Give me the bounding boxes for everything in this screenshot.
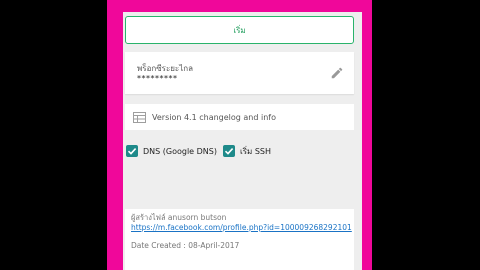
pencil-icon[interactable]: [330, 66, 344, 80]
info-footer: ผู้สร้างไฟล์ anusorn butson https://m.fa…: [125, 209, 354, 270]
app-window: เริ่ม พร็อกซีระยะไกล ********* Version 4…: [107, 0, 372, 270]
proxy-label: พร็อกซีระยะไกล: [137, 64, 193, 73]
changelog-label: Version 4.1 changelog and info: [152, 112, 277, 122]
profile-link[interactable]: https://m.facebook.com/profile.php?id=10…: [131, 223, 352, 233]
start-button-label: เริ่ม: [233, 25, 246, 35]
proxy-card[interactable]: พร็อกซีระยะไกล *********: [125, 52, 354, 94]
ssh-checkbox[interactable]: [222, 145, 235, 157]
main-panel: เริ่ม พร็อกซีระยะไกล ********* Version 4…: [123, 12, 362, 270]
proxy-value: *********: [137, 74, 178, 83]
start-button[interactable]: เริ่ม: [125, 16, 354, 44]
options-row: DNS (Google DNS) เริ่ม SSH: [126, 143, 271, 159]
date-created: Date Created : 08-April-2017: [131, 241, 240, 250]
author-text: ผู้สร้างไฟล์ anusorn butson: [131, 213, 227, 222]
changelog-row[interactable]: Version 4.1 changelog and info: [125, 104, 354, 130]
dns-option-label[interactable]: DNS (Google DNS): [143, 147, 217, 156]
checkmark-icon: [224, 148, 234, 155]
ssh-option-label[interactable]: เริ่ม SSH: [240, 145, 271, 158]
checkmark-icon: [127, 148, 137, 155]
dns-checkbox[interactable]: [126, 145, 138, 157]
table-icon: [133, 111, 146, 123]
